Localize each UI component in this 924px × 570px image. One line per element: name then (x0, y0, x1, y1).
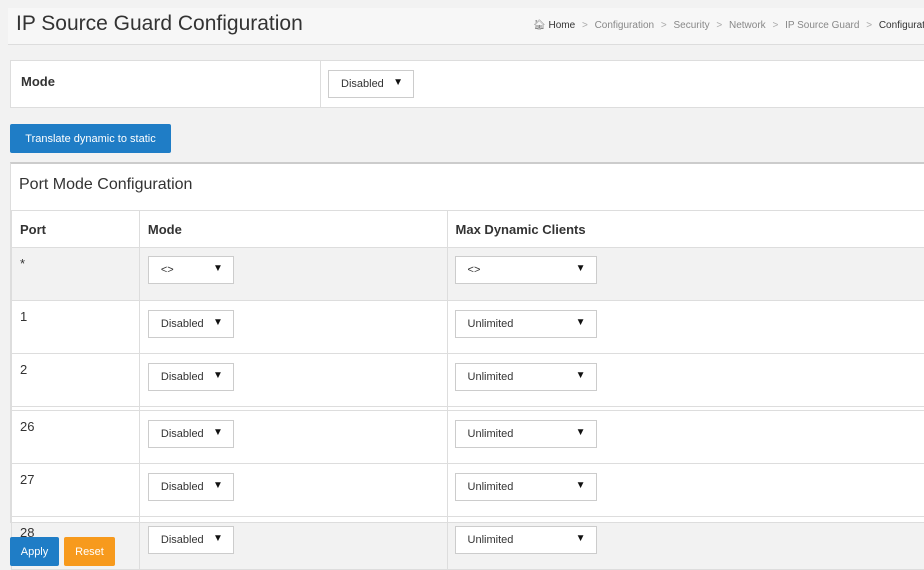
select-value: Unlimited (468, 371, 514, 383)
caret-down-icon: ▼ (576, 427, 586, 438)
breadcrumb-network[interactable]: Network (729, 20, 766, 31)
select-value: Unlimited (468, 428, 514, 440)
port-mode-select[interactable]: Disabled ▼ (148, 526, 234, 554)
home-icon[interactable]: 🏠︎ (533, 20, 546, 31)
port-mode-configuration-panel: Port Mode Configuration Port Mode Max Dy… (10, 162, 924, 523)
caret-down-icon: ▼ (213, 480, 223, 491)
column-header-max-dynamic-clients: Max Dynamic Clients (447, 211, 924, 248)
caret-down-icon: ▼ (576, 480, 586, 491)
breadcrumb-configuration[interactable]: Configuration (595, 20, 654, 31)
select-value: Disabled (341, 78, 384, 90)
caret-down-icon: ▼ (213, 533, 223, 544)
caret-down-icon: ▼ (393, 77, 403, 88)
caret-down-icon: ▼ (576, 533, 586, 544)
section-title: Port Mode Configuration (19, 176, 192, 194)
max-clients-select[interactable]: Unlimited ▼ (455, 310, 597, 338)
port-cell: 26 (12, 411, 140, 464)
select-value: Disabled (161, 481, 204, 493)
caret-down-icon: ▼ (576, 263, 586, 274)
select-value: Disabled (161, 371, 204, 383)
port-mode-select[interactable]: Disabled ▼ (148, 310, 234, 338)
port-mode-select[interactable]: Disabled ▼ (148, 473, 234, 501)
column-header-mode: Mode (139, 211, 447, 248)
select-value: Disabled (161, 428, 204, 440)
select-value: Unlimited (468, 534, 514, 546)
max-clients-select[interactable]: Unlimited ▼ (455, 473, 597, 501)
port-mode-table: Port Mode Max Dynamic Clients * <> ▼ <> … (11, 210, 924, 570)
caret-down-icon: ▼ (213, 317, 223, 328)
caret-down-icon: ▼ (213, 427, 223, 438)
column-header-port: Port (12, 211, 140, 248)
mode-label: Mode (21, 74, 55, 89)
select-value: <> (161, 264, 174, 276)
select-value: Unlimited (468, 481, 514, 493)
divider (320, 61, 321, 107)
breadcrumb-current: Configuration (879, 20, 924, 31)
select-value: Disabled (161, 318, 204, 330)
caret-down-icon: ▼ (213, 370, 223, 381)
max-clients-select[interactable]: Unlimited ▼ (455, 526, 597, 554)
port-mode-select[interactable]: Disabled ▼ (148, 420, 234, 448)
breadcrumb-home[interactable]: Home (548, 20, 575, 31)
table-row: 1 Disabled ▼ Unlimited ▼ (12, 301, 924, 354)
port-cell: 27 (12, 464, 140, 517)
port-mode-select[interactable]: Disabled ▼ (148, 363, 234, 391)
page-title: IP Source Guard Configuration (16, 12, 303, 36)
table-header-row: Port Mode Max Dynamic Clients (12, 211, 924, 248)
port-cell: 2 (12, 354, 140, 407)
header-bar: IP Source Guard Configuration 🏠︎ Home > … (8, 8, 924, 45)
global-mode-select[interactable]: Disabled ▼ (328, 70, 414, 98)
max-clients-select[interactable]: Unlimited ▼ (455, 420, 597, 448)
table-row: 27 Disabled ▼ Unlimited ▼ (12, 464, 924, 517)
table-row: 2 Disabled ▼ Unlimited ▼ (12, 354, 924, 407)
caret-down-icon: ▼ (576, 370, 586, 381)
max-clients-select[interactable]: Unlimited ▼ (455, 363, 597, 391)
table-row: 26 Disabled ▼ Unlimited ▼ (12, 411, 924, 464)
select-value: Unlimited (468, 318, 514, 330)
breadcrumb: 🏠︎ Home > Configuration > Security > Net… (533, 20, 924, 31)
wildcard-max-clients-select[interactable]: <> ▼ (455, 256, 597, 284)
breadcrumb-ip-source-guard[interactable]: IP Source Guard (785, 20, 859, 31)
port-cell: * (12, 248, 140, 301)
breadcrumb-security[interactable]: Security (673, 20, 709, 31)
caret-down-icon: ▼ (213, 263, 223, 274)
port-cell: 1 (12, 301, 140, 354)
table-row-wildcard: * <> ▼ <> ▼ (12, 248, 924, 301)
caret-down-icon: ▼ (576, 317, 586, 328)
select-value: Disabled (161, 534, 204, 546)
table-row: 28 Disabled ▼ Unlimited ▼ (12, 517, 924, 570)
reset-button[interactable]: Reset (64, 537, 115, 566)
wildcard-mode-select[interactable]: <> ▼ (148, 256, 234, 284)
global-mode-panel: Mode Disabled ▼ (10, 60, 924, 108)
apply-button[interactable]: Apply (10, 537, 59, 566)
translate-dynamic-to-static-button[interactable]: Translate dynamic to static (10, 124, 171, 153)
select-value: <> (468, 264, 481, 276)
